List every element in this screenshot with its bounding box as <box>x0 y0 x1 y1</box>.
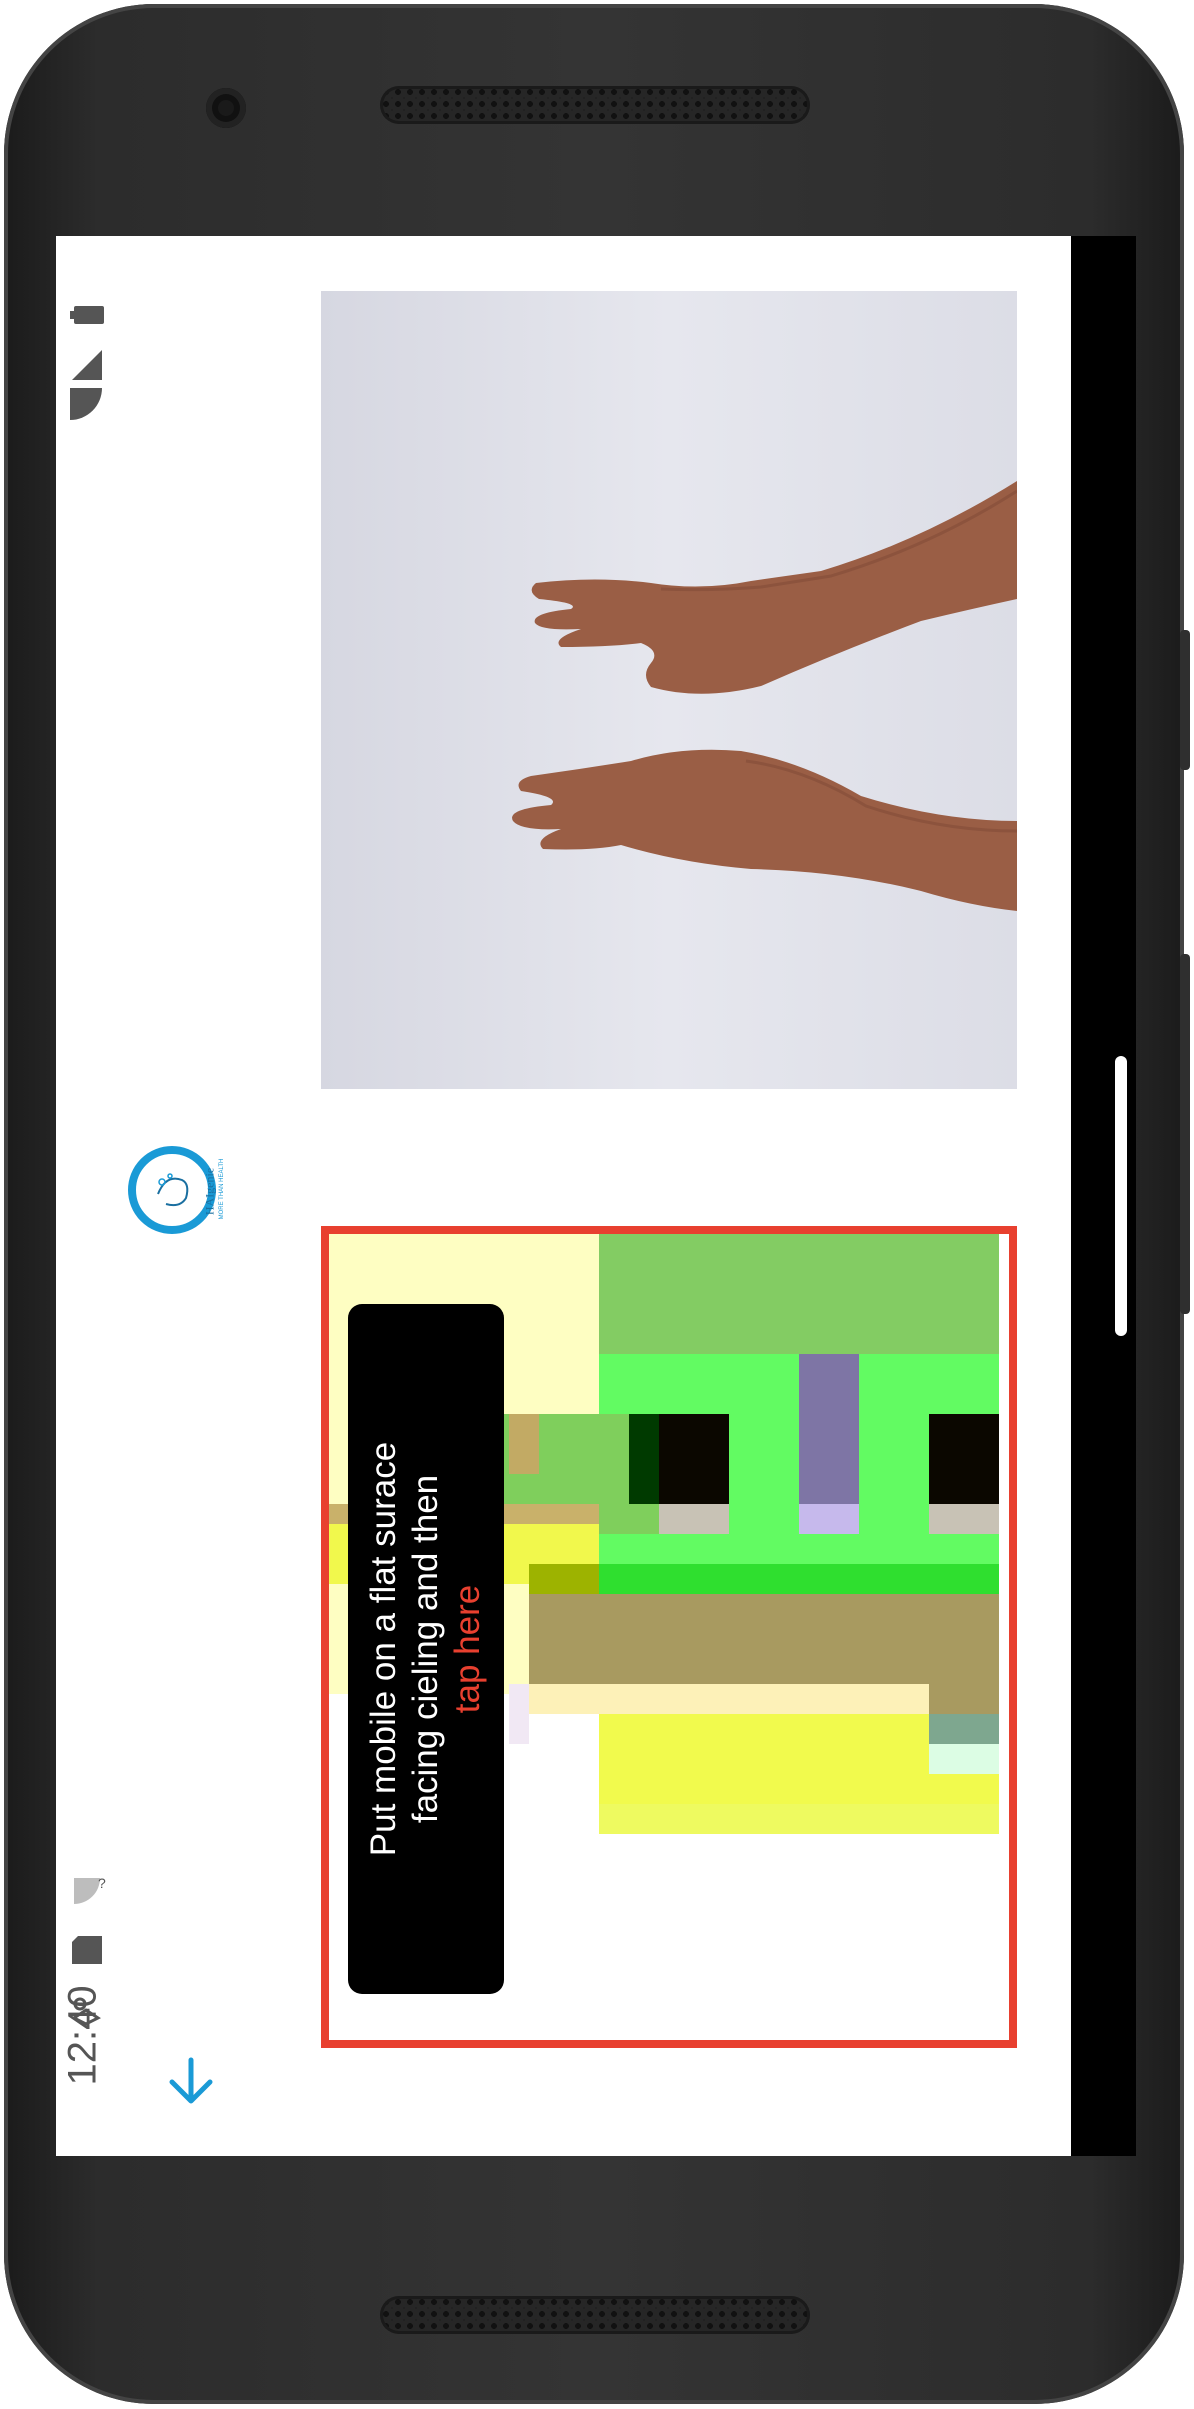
screen: 12:40 ? HAIgenie MORE THAN HEALTH Put mo… <box>56 236 1136 2156</box>
sd-card-icon <box>72 1936 102 1964</box>
tap-here-link[interactable]: tap here <box>448 1585 487 1713</box>
instruction-line1: Put mobile on a flat surace <box>364 1441 403 1857</box>
instruction-image <box>321 291 1017 1089</box>
signal-icon <box>72 350 102 380</box>
power-button <box>1180 630 1190 770</box>
speaker-grille <box>380 2296 810 2334</box>
app-logo: HAIgenie MORE THAN HEALTH <box>128 1146 238 1246</box>
home-gesture-handle[interactable] <box>1115 1056 1127 1336</box>
phone-frame: 12:40 ? HAIgenie MORE THAN HEALTH Put mo… <box>4 4 1190 2404</box>
front-camera <box>206 88 246 128</box>
svg-text:?: ? <box>98 1875 106 1891</box>
logo-tagline: MORE THAN HEALTH <box>219 1158 225 1220</box>
earpiece-grille <box>380 86 810 124</box>
instruction-line2: facing cieling and then <box>406 1474 445 1824</box>
wifi-icon <box>70 388 102 420</box>
navigation-bar <box>1071 236 1136 2156</box>
wifi-unknown-icon: ? <box>74 1875 106 1904</box>
volume-button <box>1180 954 1190 1314</box>
hand-wash-icon <box>157 1173 189 1207</box>
logo-name: HAIgenie <box>202 1167 217 1216</box>
instruction-text: Put mobile on a flat surace facing cieli… <box>363 1329 489 1969</box>
instruction-tooltip[interactable]: Put mobile on a flat surace facing cieli… <box>348 1304 504 1994</box>
data-saver-icon <box>71 1997 101 2026</box>
hands-illustration <box>321 291 1017 1089</box>
arrow-down-icon[interactable] <box>166 2056 216 2106</box>
battery-icon <box>70 306 104 324</box>
